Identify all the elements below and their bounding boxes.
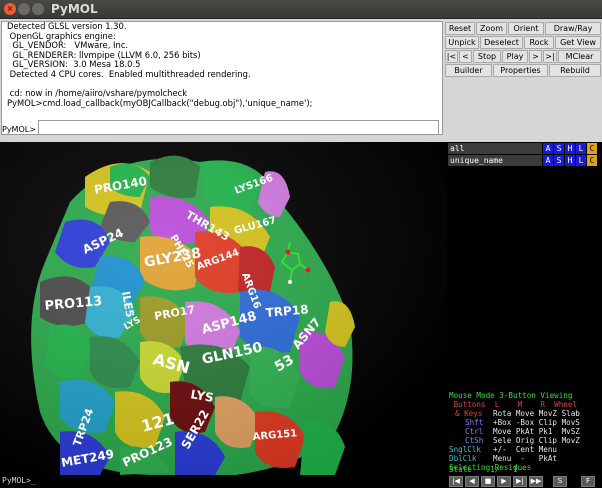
unpick-button[interactable]: Unpick [445,36,479,49]
title-bar: × PyMOL [0,0,602,19]
deselect-button[interactable]: Deselect [480,36,523,49]
color-button[interactable]: C [587,155,597,166]
ctsh-label: CtSh [465,436,484,445]
forward-button[interactable]: > [529,50,542,63]
mclear-button[interactable]: MClear [558,50,601,63]
snglclk-label: SnglClk [449,445,482,454]
fast-forward-button[interactable]: >| [543,50,557,63]
stop-icon[interactable]: ■ [481,476,495,487]
object-panel: all A S H L C unique_name A S H L C [447,142,602,390]
protein-surface: PRO140 LYS166 THR143 GLU167 ASP24 PHE25 … [0,142,447,475]
get-view-button[interactable]: Get View [555,36,601,49]
command-prompt-label: PyMOL> [2,125,36,134]
object-row-all[interactable]: all A S H L C [448,143,600,154]
molecule-viewer[interactable]: PRO140 LYS166 THR143 GLU167 ASP24 PHE25 … [0,142,447,475]
keys-label: & Keys [455,409,483,418]
object-name[interactable]: unique_name [448,155,542,166]
rock-button[interactable]: Rock [524,36,554,49]
dblclk-label: DblClk [449,454,477,463]
stop-button[interactable]: Stop [473,50,501,63]
object-row-unique-name[interactable]: unique_name A S H L C [448,155,600,166]
label-button[interactable]: L [576,155,586,166]
state-indicator: State 1/ 1 [449,465,518,474]
command-input[interactable] [38,120,439,135]
log-line: Detected 4 CPU cores. Enabled multithrea… [7,68,251,79]
reset-button[interactable]: Reset [445,22,475,35]
keys-row: Rota Move MovZ Slab [493,409,580,418]
minimize-window-button[interactable] [18,3,30,15]
fast-forward-icon[interactable]: ▶▶ [529,476,543,487]
show-button[interactable]: S [554,155,564,166]
rewind-button[interactable]: |< [445,50,458,63]
mouse-mode-title[interactable]: Mouse Mode 3-Button Viewing [449,391,572,400]
rebuild-button[interactable]: Rebuild [549,64,601,77]
mouse-mode-panel[interactable]: Mouse Mode 3-Button Viewing Buttons L M … [447,390,602,475]
action-button[interactable]: A [543,143,553,154]
mouse-buttons-header: Buttons L M R Wheel [449,400,578,409]
close-window-button[interactable]: × [4,3,16,15]
maximize-window-button[interactable] [32,3,44,15]
draw-ray-button[interactable]: Draw/Ray [545,22,601,35]
shft-row: +Box -Box Clip MovS [493,418,580,427]
bottom-command-line[interactable]: PyMOL>_ [2,476,36,485]
shft-label: Shft [465,418,484,427]
upper-panel: Detected GLSL version 1.30. OpenGL graph… [0,19,602,142]
orient-button[interactable]: Orient [508,22,544,35]
window-title: PyMOL [51,2,98,16]
dblclk-row: Menu - PkAt [493,454,558,463]
ctrl-label: Ctrl [465,427,484,436]
step-back-icon[interactable]: ◀ [465,476,479,487]
label-button[interactable]: L [576,143,586,154]
zoom-button[interactable]: Zoom [476,22,507,35]
log-line: PyMOL>cmd.load_callback(myOBJCallback("d… [7,97,313,108]
object-name[interactable]: all [448,143,542,154]
hide-button[interactable]: H [565,143,575,154]
action-button[interactable]: A [543,155,553,166]
sequence-toggle-button[interactable]: S [553,476,567,487]
color-button[interactable]: C [587,143,597,154]
bottom-bar: PyMOL>_ |◀ ◀ ■ ▶ ▶| ▶▶ S F [0,475,602,488]
fullscreen-toggle-button[interactable]: F [581,476,595,487]
back-button[interactable]: < [459,50,472,63]
ctrl-row: Move PkAt Pk1 MvSZ [493,427,580,436]
snglclk-row: +/- Cent Menu [493,445,558,454]
builder-button[interactable]: Builder [445,64,492,77]
properties-button[interactable]: Properties [493,64,548,77]
ctsh-row: Sele Orig Clip MovZ [493,436,580,445]
show-button[interactable]: S [554,143,564,154]
output-log: Detected GLSL version 1.30. OpenGL graph… [1,21,443,135]
play-button[interactable]: Play [502,50,528,63]
play-icon[interactable]: ▶ [497,476,511,487]
hide-button[interactable]: H [565,155,575,166]
rewind-icon[interactable]: |◀ [449,476,463,487]
step-forward-icon[interactable]: ▶| [513,476,527,487]
